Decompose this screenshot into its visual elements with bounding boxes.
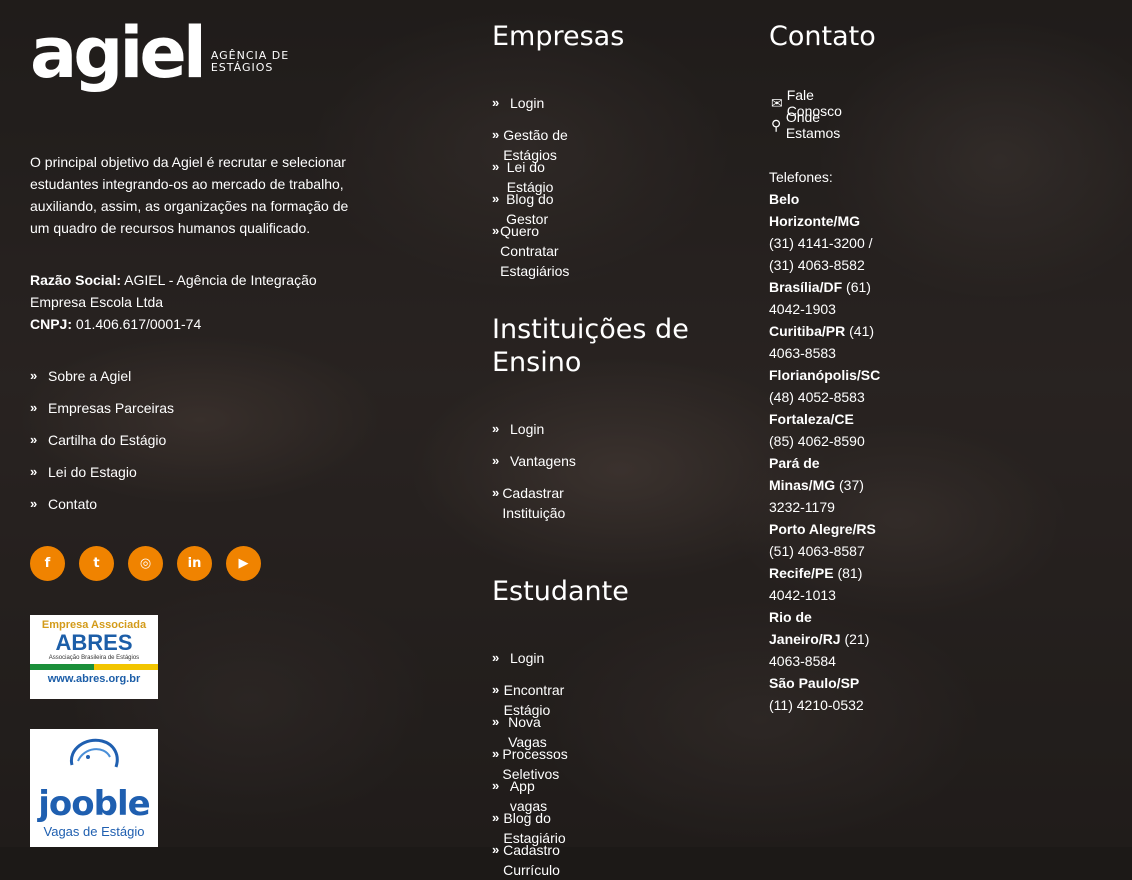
chevron-right-icon: » <box>492 159 500 174</box>
jooble-mascot-icon <box>69 738 119 768</box>
chevron-right-icon: » <box>492 191 500 206</box>
social-icons: f t ◎ in ▶ <box>30 546 261 581</box>
instituicoes-link-vantagens[interactable]: » Vantagens <box>492 451 576 483</box>
brazil-stripe <box>30 664 158 670</box>
estudante-links: » Login» Encontrar Estágio» Nova Vagas» Proc… <box>492 648 575 878</box>
estudante-link-encontrar-estagio[interactable]: » Encontrar Estágio <box>492 680 575 718</box>
phone-row: Curitiba/PR (41) 4063-8583 <box>769 320 880 364</box>
empresas-link-blog-do-gestor[interactable]: » Blog do Gestor <box>492 189 579 227</box>
instituicoes-link-login[interactable]: » Login <box>492 419 576 451</box>
empresas-heading: Empresas <box>492 21 625 52</box>
twitter-icon[interactable]: t <box>79 546 114 581</box>
phone-city: Curitiba/PR <box>769 323 846 339</box>
chevron-right-icon: » <box>492 223 500 238</box>
phones-list: Telefones: Belo Horizonte/MG (31) 4141-3… <box>769 166 880 716</box>
chevron-right-icon: » <box>492 810 500 825</box>
phone-row: Recife/PE (81) 4042-1013 <box>769 562 880 606</box>
empresas-link-gestao-de-estagios[interactable]: » Gestão de Estágios <box>492 125 579 163</box>
empresas-links: » Login» Gestão de Estágios» Lei do Estágio… <box>492 93 579 279</box>
estudante-link-blog-do-estagiario[interactable]: » Blog do Estagiário <box>492 808 575 846</box>
phone-number: (48) 4052-8583 <box>769 389 865 405</box>
phones-label: Telefones: <box>769 169 833 185</box>
phone-row: Belo Horizonte/MG (31) 4141-3200 / (31) … <box>769 188 880 276</box>
chevron-right-icon: » <box>30 496 38 511</box>
map-marker-icon: ⚲ <box>771 116 782 133</box>
phone-number: (51) 4063-8587 <box>769 543 865 559</box>
phone-city: Fortaleza/CE <box>769 411 854 427</box>
phone-row: Brasília/DF (61) 4042-1903 <box>769 276 880 320</box>
abres-badge[interactable]: Empresa Associada ABRES Associação Brasi… <box>30 615 158 699</box>
chevron-right-icon: » <box>492 421 500 436</box>
chevron-right-icon: » <box>492 746 500 761</box>
phone-row: Florianópolis/SC (48) 4052-8583 <box>769 364 880 408</box>
contato-heading: Contato <box>769 21 876 52</box>
instituicoes-heading: Instituições de Ensino <box>492 314 689 378</box>
footer-link-cartilha-do-estagio[interactable]: » Cartilha do Estágio <box>30 430 174 462</box>
phone-city: Rio de Janeiro/RJ <box>769 609 841 647</box>
empresas-link-quero-contratar-estagiarios[interactable]: » Quero Contratar Estagiários <box>492 221 579 279</box>
contato-links: ✉ Fale Conosco ⚲ Onde Estamos <box>771 87 848 141</box>
phone-row: Pará de Minas/MG (37) 3232-1179 <box>769 452 880 518</box>
about-text: O principal objetivo da Agiel é recrutar… <box>30 154 349 236</box>
estudante-link-cadastro-curriculo[interactable]: » Cadastro Currículo <box>492 840 575 878</box>
linkedin-icon[interactable]: in <box>177 546 212 581</box>
footer-link-sobre-a-agiel[interactable]: » Sobre a Agiel <box>30 366 174 398</box>
phone-row: São Paulo/SP (11) 4210-0532 <box>769 672 880 716</box>
chevron-right-icon: » <box>492 650 500 665</box>
footer-link-contato[interactable]: » Contato <box>30 494 174 526</box>
empresas-link-lei-do-estagio[interactable]: » Lei do Estágio <box>492 157 579 195</box>
phone-number: (85) 4062-8590 <box>769 433 865 449</box>
chevron-right-icon: » <box>492 485 500 500</box>
chevron-right-icon: » <box>492 842 500 857</box>
logo-subtitle: AGÊNCIA DE ESTÁGIOS <box>210 49 290 74</box>
phone-row: Fortaleza/CE (85) 4062-8590 <box>769 408 880 452</box>
phone-city: Belo Horizonte/MG <box>769 191 860 229</box>
phone-number: (11) 4210-0532 <box>769 697 864 713</box>
estudante-link-processos-seletivos[interactable]: » Processos Seletivos <box>492 744 575 782</box>
chevron-right-icon: » <box>492 682 500 697</box>
estudante-link-app-vagas[interactable]: » App vagas <box>492 776 575 814</box>
phone-city: Porto Alegre/RS <box>769 521 876 537</box>
company-info: Razão Social: AGIEL - Agência de Integra… <box>30 269 360 335</box>
phone-city: Florianópolis/SC <box>769 367 881 383</box>
agiel-logo[interactable]: agiel AGÊNCIA DE ESTÁGIOS <box>30 18 289 88</box>
estudante-link-login[interactable]: » Login <box>492 648 575 680</box>
chevron-right-icon: » <box>492 714 500 729</box>
razao-social-label: Razão Social: <box>30 272 122 288</box>
phone-city: Pará de Minas/MG <box>769 455 836 493</box>
phone-city: Recife/PE <box>769 565 834 581</box>
cnpj-value: 01.406.617/0001-74 <box>72 316 202 332</box>
phone-row: Porto Alegre/RS (51) 4063-8587 <box>769 518 880 562</box>
chevron-right-icon: » <box>30 464 38 479</box>
envelope-icon: ✉ <box>771 94 783 111</box>
estudante-link-nova-vagas[interactable]: » Nova Vagas <box>492 712 575 750</box>
logo-word: agiel <box>30 12 207 94</box>
facebook-icon[interactable]: f <box>30 546 65 581</box>
cnpj-label: CNPJ: <box>30 316 73 332</box>
youtube-icon[interactable]: ▶ <box>226 546 261 581</box>
chevron-right-icon: » <box>492 95 500 110</box>
phone-city: Brasília/DF <box>769 279 843 295</box>
institutional-links: » Sobre a Agiel» Empresas Parceiras» Cartil… <box>30 366 174 526</box>
footer-left-column: agiel AGÊNCIA DE ESTÁGIOS O principal ob… <box>0 0 480 847</box>
estudante-heading: Estudante <box>492 576 629 607</box>
onde-estamos-link[interactable]: ⚲ Onde Estamos <box>771 109 848 141</box>
footer-link-empresas-parceiras[interactable]: » Empresas Parceiras <box>30 398 174 430</box>
phone-city: São Paulo/SP <box>769 675 860 691</box>
instituicoes-links: » Login» Vantagens» Cadastrar Instituição <box>492 419 576 521</box>
phone-number: (31) 4141-3200 / (31) 4063-8582 <box>769 235 873 273</box>
footer-link-lei-do-estagio[interactable]: » Lei do Estagio <box>30 462 174 494</box>
footer-right-column: Contato ✉ Fale Conosco ⚲ Onde Estamos Te… <box>0 0 880 713</box>
chevron-right-icon: » <box>492 778 500 793</box>
empresas-link-login[interactable]: » Login <box>492 93 579 125</box>
chevron-right-icon: » <box>492 453 500 468</box>
instagram-icon[interactable]: ◎ <box>128 546 163 581</box>
jooble-badge[interactable]: jooble Vagas de Estágio <box>30 729 158 847</box>
chevron-right-icon: » <box>30 400 38 415</box>
chevron-right-icon: » <box>30 432 38 447</box>
chevron-right-icon: » <box>492 127 500 142</box>
phone-row: Rio de Janeiro/RJ (21) 4063-8584 <box>769 606 880 672</box>
chevron-right-icon: » <box>30 368 38 383</box>
instituicoes-link-cadastrar-instituicao[interactable]: » Cadastrar Instituição <box>492 483 576 521</box>
